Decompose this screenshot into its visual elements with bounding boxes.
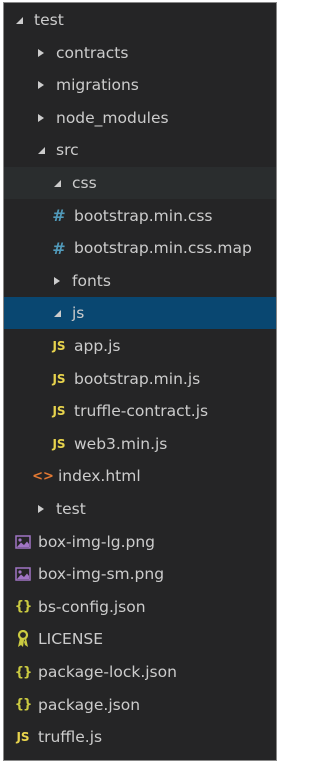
folder-item-test[interactable]: test bbox=[4, 4, 276, 36]
folder-item-test[interactable]: test bbox=[4, 493, 276, 525]
folder-label: fonts bbox=[72, 271, 111, 290]
folder-label: src bbox=[56, 141, 79, 160]
chevron-down-icon[interactable] bbox=[50, 309, 64, 317]
folder-label: test bbox=[56, 500, 86, 518]
file-label: index.html bbox=[58, 467, 141, 486]
file-label: box-img-lg.png bbox=[38, 532, 156, 551]
folder-item-src[interactable]: src bbox=[4, 134, 276, 166]
file-label: bs-config.json bbox=[38, 597, 146, 616]
folder-label: css bbox=[72, 174, 97, 192]
folder-item-node-modules[interactable]: node_modules bbox=[4, 102, 276, 134]
folder-label: contracts bbox=[56, 43, 129, 62]
file-label: bootstrap.min.css bbox=[74, 206, 213, 225]
folder-item-fonts[interactable]: fonts bbox=[4, 265, 276, 297]
css-file-icon: # bbox=[52, 206, 66, 226]
file-label: truffle.js bbox=[38, 728, 103, 747]
file-item-index-html[interactable]: <> index.html bbox=[4, 460, 276, 492]
file-label: web3.min.js bbox=[74, 434, 168, 453]
file-item-bootstrap-min-js[interactable]: JS bootstrap.min.js bbox=[4, 363, 276, 395]
folder-item-contracts[interactable]: contracts bbox=[4, 37, 276, 69]
html-file-icon: <> bbox=[32, 468, 54, 484]
chevron-down-icon[interactable] bbox=[12, 16, 26, 24]
js-file-icon: JS bbox=[52, 339, 66, 353]
folder-label: js bbox=[72, 304, 85, 323]
file-item-app-js[interactable]: JS app.js bbox=[4, 330, 276, 362]
image-file-icon bbox=[14, 567, 32, 581]
css-file-icon: # bbox=[52, 238, 66, 258]
folder-item-migrations[interactable]: migrations bbox=[4, 69, 276, 101]
file-item-package-json[interactable]: {} package.json bbox=[4, 689, 276, 721]
json-file-icon: {} bbox=[14, 697, 33, 713]
js-file-icon: JS bbox=[52, 404, 66, 419]
chevron-right-icon[interactable] bbox=[34, 81, 48, 90]
file-item-web3-min-js[interactable]: JS web3.min.js bbox=[4, 428, 276, 460]
file-item-truffle-contract-js[interactable]: JS truffle-contract.js bbox=[4, 395, 276, 427]
folder-label: test bbox=[34, 11, 64, 29]
file-item-truffle-js[interactable]: JS truffle.js bbox=[4, 721, 276, 753]
folder-item-css[interactable]: css bbox=[4, 167, 276, 199]
file-item-box-img-sm-png[interactable]: box-img-sm.png bbox=[4, 558, 276, 590]
file-label: app.js bbox=[74, 337, 121, 355]
js-file-icon: JS bbox=[16, 730, 30, 745]
file-item-bootstrap-min-css-map[interactable]: # bootstrap.min.css.map bbox=[4, 232, 276, 264]
file-label: package.json bbox=[38, 695, 141, 714]
chevron-down-icon[interactable] bbox=[50, 179, 64, 187]
folder-item-js[interactable]: js bbox=[4, 297, 276, 330]
json-file-icon: {} bbox=[14, 664, 33, 680]
file-item-bootstrap-min-css[interactable]: # bootstrap.min.css bbox=[4, 200, 276, 232]
file-label: truffle-contract.js bbox=[74, 402, 209, 421]
file-label: bootstrap.min.css.map bbox=[74, 239, 252, 258]
js-file-icon: JS bbox=[52, 436, 66, 451]
file-item-package-lock-json[interactable]: {} package-lock.json bbox=[4, 656, 276, 688]
file-item-box-img-lg-png[interactable]: box-img-lg.png bbox=[4, 526, 276, 558]
folder-label: node_modules bbox=[56, 108, 169, 127]
chevron-right-icon[interactable] bbox=[34, 48, 48, 57]
file-label: bootstrap.min.js bbox=[74, 369, 201, 388]
file-label: package-lock.json bbox=[38, 663, 177, 681]
json-file-icon: {} bbox=[14, 599, 33, 615]
folder-label: migrations bbox=[56, 76, 139, 95]
chevron-right-icon[interactable] bbox=[50, 276, 64, 285]
license-ribbon-icon bbox=[14, 630, 32, 648]
file-item-bs-config-json[interactable]: {} bs-config.json bbox=[4, 591, 276, 623]
chevron-right-icon[interactable] bbox=[34, 113, 48, 122]
file-explorer: test contracts migrations node_modulessrc cs… bbox=[3, 2, 277, 761]
file-label: LICENSE bbox=[38, 630, 104, 649]
js-file-icon: JS bbox=[52, 371, 66, 386]
image-file-icon bbox=[14, 534, 32, 549]
file-item-license[interactable]: LICENSE bbox=[4, 623, 276, 655]
chevron-right-icon[interactable] bbox=[34, 505, 48, 513]
file-label: box-img-sm.png bbox=[38, 565, 165, 584]
chevron-down-icon[interactable] bbox=[34, 146, 48, 154]
